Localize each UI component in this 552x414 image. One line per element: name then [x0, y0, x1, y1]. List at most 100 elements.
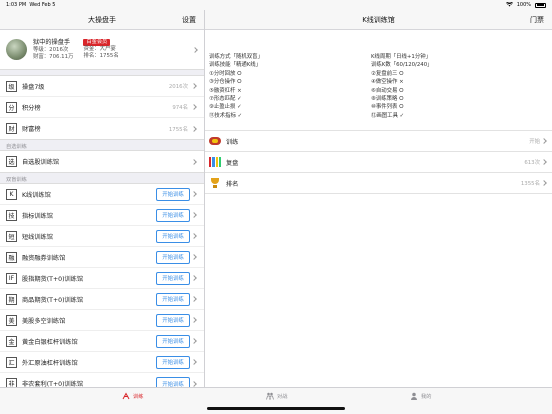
section-label-custom: 自选训练: [6, 144, 27, 150]
training-info: 训练方式「随机双盲」 训练技能「精通K线」 ①分时回放 ⭘ ③分仓操作 ⭘ ⑤融资杠杆 …: [205, 30, 552, 120]
hall-label: 外汇原油杠杆训练馆: [22, 359, 78, 367]
profile-name: 狱中的操盘手: [33, 38, 71, 46]
vip-badge: 白金会员: [83, 39, 111, 46]
info-item: ②复盘前三 ⭘: [371, 70, 404, 77]
action-value: 613次: [524, 160, 540, 167]
tab-mine[interactable]: 我的: [410, 392, 431, 400]
left-navbar: 大操盘手 设置: [0, 10, 204, 30]
info-item: ⑥自动交易 ⭘: [371, 87, 404, 94]
stat-label: 积分榜: [22, 104, 41, 112]
action-train[interactable]: 训练 开始: [205, 131, 552, 153]
info-item: K线周期「日线+1分钟」: [371, 54, 431, 60]
wifi-icon: [505, 1, 513, 9]
hall-label: 美股多空训练馆: [22, 317, 66, 325]
hall-icon: 融: [6, 251, 17, 263]
action-rank[interactable]: 排名 1355名: [205, 173, 552, 195]
hall-icon: K: [6, 188, 17, 200]
training-hall-row[interactable]: 汇外汇原油杠杆训练馆 开始训练: [0, 352, 204, 373]
info-item: ⑪技术指标 ✓: [209, 112, 243, 119]
action-review[interactable]: 复盘 613次: [205, 152, 552, 174]
review-icon: [209, 157, 221, 168]
action-value: 1355名: [520, 181, 540, 188]
tab-label: 训练: [133, 393, 144, 400]
custom-row[interactable]: 选 自选股训练馆: [0, 151, 204, 172]
custom-group: 选 自选股训练馆: [0, 150, 204, 173]
start-training-button[interactable]: 开始训练: [156, 229, 190, 243]
training-hall-row[interactable]: 美美股多空训练馆 开始训练: [0, 310, 204, 331]
stat-label: 操盘7级: [22, 83, 45, 91]
tab-battle[interactable]: 对战: [266, 392, 287, 400]
hall-label: K线训练馆: [22, 191, 51, 199]
stat-value: 1755名: [168, 126, 188, 133]
chevron-right-icon: [541, 159, 547, 166]
app-title: 大操盘手: [88, 15, 116, 24]
chevron-right-icon: [541, 180, 547, 187]
chevron-right-icon: [192, 46, 198, 53]
start-training-button[interactable]: 开始训练: [156, 313, 190, 327]
start-training-button[interactable]: 开始训练: [156, 334, 190, 348]
chevron-right-icon: [191, 296, 197, 302]
right-pane: K线训练馆 门票 训练方式「随机双盲」 训练技能「精通K线」 ①分时回放 ⭘ ③分仓操…: [205, 10, 552, 387]
training-hall-row[interactable]: 非非农套利(T+0)训练馆 开始训练: [0, 373, 204, 387]
info-item: 训练K数「60/120/240」: [371, 62, 433, 69]
start-training-button[interactable]: 开始训练: [156, 208, 190, 222]
training-hall-row[interactable]: 期商品期货(T+0)训练馆 开始训练: [0, 289, 204, 310]
hall-icon: 期: [6, 293, 17, 305]
battery-percent: 100%: [516, 2, 531, 8]
left-pane: 大操盘手 设置 狱中的操盘手 等级：2016次 财富：706.11万 白金会员 …: [0, 10, 205, 387]
custom-label: 自选股训练馆: [22, 159, 60, 166]
hall-icon: 短: [6, 230, 17, 242]
train-icon: [209, 137, 221, 146]
start-training-button[interactable]: 开始训练: [156, 271, 190, 285]
settings-button[interactable]: 设置: [182, 15, 196, 25]
chevron-right-icon: [191, 359, 197, 365]
hall-icon: 技: [6, 209, 17, 221]
avatar: [6, 39, 27, 60]
info-item: 训练技能「精通K线」: [209, 62, 262, 69]
person-icon: [411, 392, 417, 400]
ticket-button[interactable]: 门票: [530, 15, 544, 25]
action-label: 复盘: [226, 159, 239, 167]
training-hall-row[interactable]: 短短线训练馆 开始训练: [0, 226, 204, 247]
stat-row-wealth[interactable]: 财 财富榜 1755名: [0, 118, 204, 139]
training-hall-row[interactable]: 金黄金白银杠杆训练馆 开始训练: [0, 331, 204, 352]
start-training-button[interactable]: 开始训练: [156, 377, 190, 387]
home-indicator: [207, 407, 345, 410]
status-bar: 1:03 PM Wed Feb 5 100%: [0, 0, 552, 10]
training-hall-row[interactable]: 技指标训练馆 开始训练: [0, 205, 204, 226]
hall-label: 短线训练馆: [22, 233, 53, 241]
chevron-right-icon: [191, 191, 197, 197]
start-training-button[interactable]: 开始训练: [156, 250, 190, 264]
training-hall-row[interactable]: 融融资融券训练馆 开始训练: [0, 247, 204, 268]
start-training-button[interactable]: 开始训练: [156, 355, 190, 369]
start-training-button[interactable]: 开始训练: [156, 292, 190, 306]
profile-funds: 资金：大户宴: [83, 46, 116, 52]
status-date: Wed Feb 5: [29, 2, 56, 8]
stat-value: 2016次: [168, 84, 188, 90]
stat-row-points[interactable]: 分 积分榜 974名: [0, 97, 204, 118]
hall-label: 指标训练馆: [22, 212, 53, 220]
action-list: 训练 开始 复盘 613次 排名 1355名: [205, 130, 552, 195]
info-item: 训练方式「随机双盲」: [209, 54, 263, 60]
hall-icon: 汇: [6, 356, 17, 368]
start-training-button[interactable]: 开始训练: [156, 187, 190, 201]
info-item: ⑩事件列表 ⭘: [371, 104, 404, 111]
hall-icon: 金: [6, 335, 17, 347]
stat-row-level[interactable]: 级 操盘7级 2016次: [0, 76, 204, 97]
action-value: 开始: [529, 139, 540, 146]
training-hall-row[interactable]: K K线训练馆 开始训练: [0, 184, 204, 205]
tab-train[interactable]: 训练: [122, 392, 143, 400]
custom-icon: 选: [6, 156, 17, 167]
profile-card[interactable]: 狱中的操盘手 等级：2016次 财富：706.11万 白金会员 资金：大户宴 排…: [0, 30, 204, 70]
info-item: ⑫画图工具 ✓: [371, 112, 405, 119]
info-item: ⑦形态匹配 ✓: [209, 96, 242, 103]
wealth-icon: 财: [6, 123, 17, 134]
info-item: ⑧训练策略 ⭘: [371, 96, 404, 103]
hall-label: 黄金白银杠杆训练馆: [22, 338, 78, 346]
battery-icon: [535, 2, 546, 8]
chevron-right-icon: [191, 212, 197, 218]
training-hall-row[interactable]: IF 股指期货(T+0)训练馆 开始训练: [0, 268, 204, 289]
chevron-right-icon: [541, 138, 547, 145]
chevron-right-icon: [191, 158, 197, 165]
info-item: ⑤融资杠杆 ×: [209, 87, 242, 94]
